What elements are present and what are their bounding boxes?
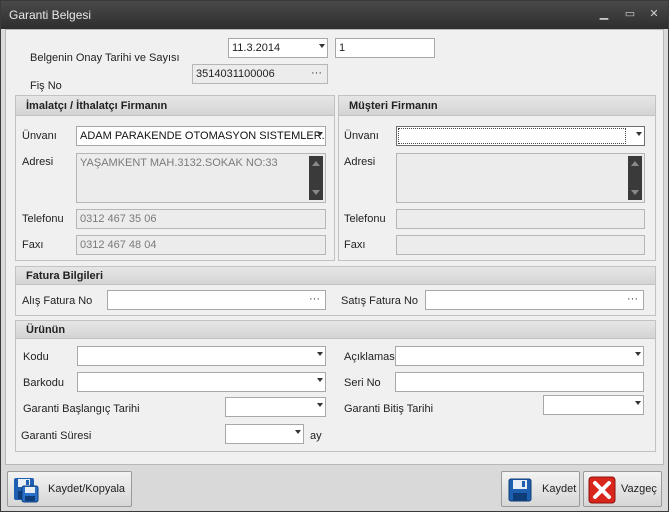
chevron-down-icon[interactable] — [295, 430, 301, 434]
imalatci-adres-scrollbar[interactable] — [309, 156, 323, 200]
cancel-x-icon — [588, 476, 616, 504]
imalatci-unvan-select[interactable]: ADAM PARAKENDE OTOMASYON SISTEMLER... — [76, 126, 326, 146]
baslangic-date-picker[interactable] — [225, 397, 326, 417]
imalatci-unvan-label: Ünvanı — [22, 130, 57, 142]
imalatci-group-title: İmalatçı / İthalatçı Firmanın — [26, 100, 168, 112]
chevron-down-icon[interactable] — [635, 401, 641, 405]
fatura-group: Fatura Bilgileri Alış Fatura No ··· Satı… — [15, 266, 656, 316]
form-content: Belgenin Onay Tarihi ve Sayısı 11.3.2014… — [5, 29, 664, 465]
kaydet-kopyala-button[interactable]: Kaydet/Kopyala — [7, 471, 132, 507]
title-bar[interactable]: Garanti Belgesi ▁ ▭ ✕ — [1, 1, 668, 29]
chevron-down-icon[interactable] — [317, 352, 323, 356]
imalatci-fax-field[interactable]: 0312 467 48 04 — [76, 235, 326, 255]
imalatci-group: İmalatçı / İthalatçı Firmanın Ünvanı ADA… — [15, 95, 335, 261]
chevron-down-icon[interactable] — [635, 352, 641, 356]
onay-date-picker[interactable]: 11.3.2014 — [228, 38, 328, 58]
seri-no-input[interactable] — [395, 372, 644, 392]
musteri-adres-label: Adresi — [344, 156, 376, 168]
scroll-down-icon[interactable] — [312, 190, 320, 195]
ellipsis-icon[interactable]: ··· — [627, 291, 638, 308]
imalatci-unvan-value: ADAM PARAKENDE OTOMASYON SISTEMLER... — [80, 130, 326, 142]
barkod-select[interactable] — [77, 372, 326, 392]
imalatci-telefon-value: 0312 467 35 06 — [80, 213, 157, 225]
chevron-down-icon[interactable] — [317, 378, 323, 382]
bitis-date-picker[interactable] — [543, 395, 644, 415]
minimize-icon[interactable]: ▁ — [597, 7, 611, 21]
button-bar: Kaydet/Kopyala Kaydet Vazgeç — [1, 467, 668, 511]
chevron-down-icon[interactable] — [636, 132, 642, 136]
alis-fatura-input[interactable]: ··· — [107, 290, 326, 310]
imalatci-adres-memo[interactable]: YAŞAMKENT MAH.3132.SOKAK NO:33 — [76, 153, 326, 203]
chevron-down-icon[interactable] — [317, 403, 323, 407]
kaydet-button[interactable]: Kaydet — [501, 471, 580, 507]
onay-number-value: 1 — [339, 42, 346, 54]
ellipsis-icon[interactable]: ··· — [311, 65, 322, 82]
seri-no-label: Seri No — [344, 377, 381, 389]
fis-no-field[interactable]: 3514031100006 ··· — [192, 64, 328, 84]
urun-group: Ürünün Kodu Açıklaması Barkodu Seri No G… — [15, 320, 656, 452]
satis-fatura-label: Satış Fatura No — [341, 295, 419, 307]
aciklama-select[interactable] — [395, 346, 644, 366]
fis-label: Fiş No — [30, 80, 62, 92]
floppy-disk-icon — [14, 478, 39, 503]
onay-number-input[interactable]: 1 — [335, 38, 435, 58]
imalatci-group-header: İmalatçı / İthalatçı Firmanın — [16, 96, 334, 116]
fatura-group-title: Fatura Bilgileri — [26, 270, 104, 282]
alis-fatura-label: Alış Fatura No — [22, 295, 93, 307]
sure-unit: ay — [310, 430, 322, 442]
musteri-group-title: Müşteri Firmanın — [349, 100, 438, 112]
chevron-down-icon[interactable] — [319, 44, 325, 48]
imalatci-adres-label: Adresi — [22, 156, 54, 168]
imalatci-adres-value: YAŞAMKENT MAH.3132.SOKAK NO:33 — [80, 157, 278, 169]
imalatci-telefon-field[interactable]: 0312 467 35 06 — [76, 209, 326, 229]
fis-no-value: 3514031100006 — [196, 68, 275, 80]
musteri-group: Müşteri Firmanın Ünvanı Adresi Telefonu … — [338, 95, 656, 261]
bitis-label: Garanti Bitiş Tarihi — [344, 403, 434, 415]
onay-date-value: 11.3.2014 — [232, 42, 281, 54]
vazgec-label: Vazgeç — [621, 483, 657, 495]
window-title: Garanti Belgesi — [9, 8, 92, 22]
urun-group-title: Ürünün — [26, 324, 66, 336]
musteri-unvan-label: Ünvanı — [344, 130, 379, 142]
floppy-disk-icon — [508, 478, 532, 502]
scroll-down-icon[interactable] — [631, 190, 639, 195]
imalatci-fax-value: 0312 467 48 04 — [80, 239, 157, 251]
musteri-telefon-label: Telefonu — [344, 213, 386, 225]
scroll-up-icon[interactable] — [312, 161, 320, 166]
musteri-adres-scrollbar[interactable] — [628, 156, 642, 200]
kaydet-label: Kaydet — [542, 483, 577, 495]
imalatci-fax-label: Faxı — [22, 239, 44, 251]
musteri-adres-memo[interactable] — [396, 153, 645, 203]
garanti-belgesi-window: Garanti Belgesi ▁ ▭ ✕ Belgenin Onay Tari… — [0, 0, 669, 512]
urun-group-header: Ürünün — [16, 321, 655, 339]
scroll-up-icon[interactable] — [631, 161, 639, 166]
sure-select[interactable] — [225, 424, 304, 444]
sure-label: Garanti Süresi — [21, 430, 92, 442]
kodu-select[interactable] — [77, 346, 326, 366]
musteri-group-header: Müşteri Firmanın — [339, 96, 655, 116]
satis-fatura-input[interactable]: ··· — [425, 290, 644, 310]
onay-label: Belgenin Onay Tarihi ve Sayısı — [30, 52, 180, 64]
chevron-down-icon[interactable] — [317, 132, 323, 136]
aciklama-label: Açıklaması — [344, 351, 398, 363]
focus-rect — [398, 128, 626, 144]
musteri-unvan-select[interactable] — [396, 126, 645, 146]
musteri-telefon-field[interactable] — [396, 209, 645, 229]
fatura-group-header: Fatura Bilgileri — [16, 267, 655, 285]
ellipsis-icon[interactable]: ··· — [309, 291, 320, 308]
musteri-fax-field[interactable] — [396, 235, 645, 255]
barkod-label: Barkodu — [23, 377, 64, 389]
musteri-fax-label: Faxı — [344, 239, 366, 251]
baslangic-label: Garanti Başlangıç Tarihi — [23, 403, 140, 415]
close-icon[interactable]: ✕ — [647, 7, 661, 21]
kaydet-kopyala-label: Kaydet/Kopyala — [48, 483, 126, 495]
vazgec-button[interactable]: Vazgeç — [583, 471, 662, 507]
imalatci-telefon-label: Telefonu — [22, 213, 64, 225]
kodu-label: Kodu — [23, 351, 49, 363]
maximize-icon[interactable]: ▭ — [623, 7, 637, 21]
